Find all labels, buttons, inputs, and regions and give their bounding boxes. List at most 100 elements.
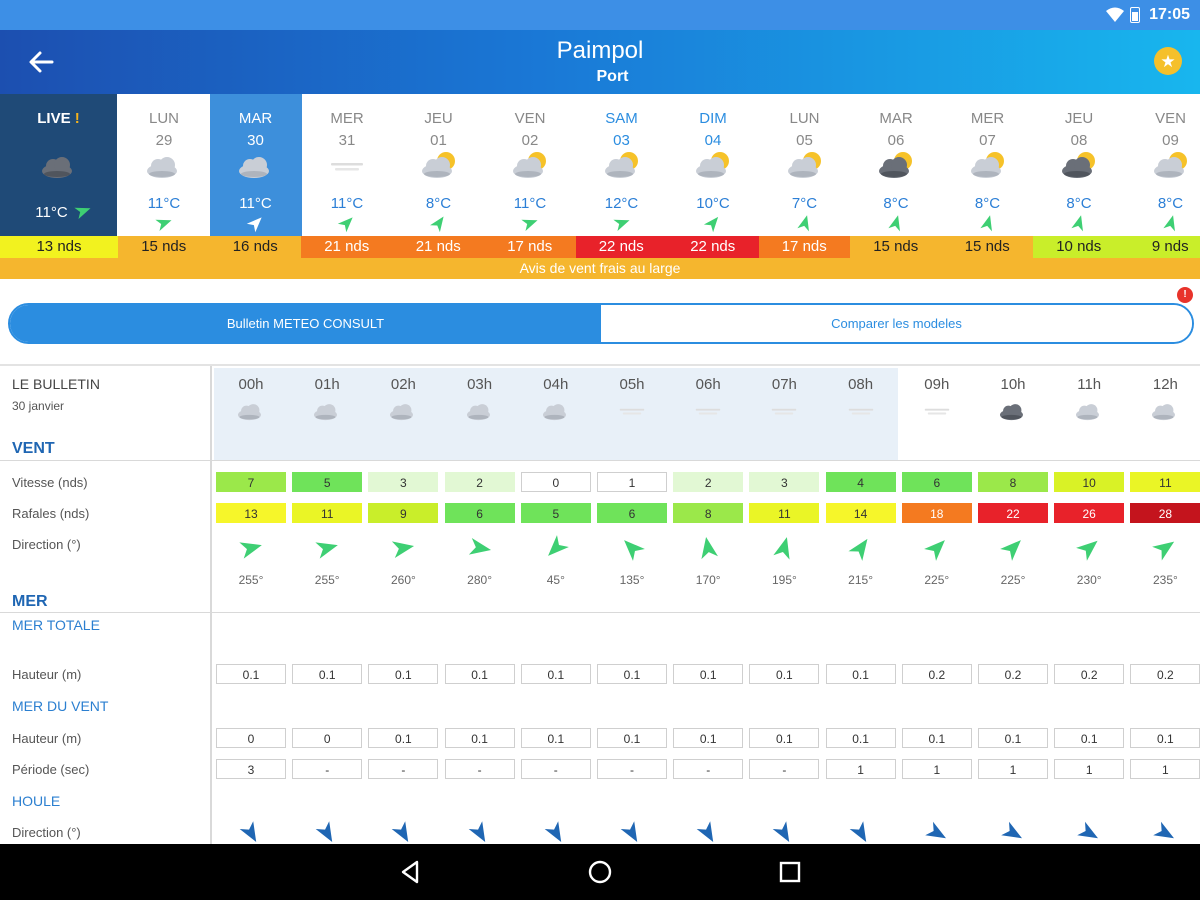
day-mer-31[interactable]: MER 31 11°C (301, 94, 393, 236)
sea-total-height-cell: 0.1 (216, 664, 286, 684)
day-mar-30[interactable]: MAR 30 11°C (209, 94, 302, 236)
label-rafales: Rafales (nds) (12, 506, 90, 521)
cloudy-icon (140, 149, 188, 183)
nav-home-icon[interactable] (586, 858, 614, 886)
wind-sea-height-cell: 0.1 (444, 728, 515, 748)
forecast-days: LIVE ! 11°C LUN 29 11°C MAR 30 11°C MER 31 11°C J… (0, 94, 1200, 236)
gust-cell: 11 (749, 503, 820, 523)
wind-arrow-icon (154, 213, 174, 233)
speed-cell: 3 (749, 472, 820, 492)
day-ven-02[interactable]: VEN 02 11°C (484, 94, 576, 236)
wind-knots-cell: 13 nds (0, 236, 118, 258)
swell-direction-arrow-icon (1152, 820, 1178, 846)
wind-sea-period-cell: - (520, 759, 591, 779)
day-jeu-01[interactable]: JEU 01 8°C (393, 94, 485, 236)
wind-direction-arrow-icon (694, 534, 722, 562)
wind-direction-degrees: 225° (924, 573, 950, 587)
speed-cell: 3 (368, 472, 439, 492)
wind-arrow-icon (795, 213, 815, 233)
wind-sea-height-cell: 0.1 (749, 728, 820, 748)
tab-compare-models[interactable]: Comparer les modeles (601, 305, 1192, 342)
day-dim-04[interactable]: DIM 04 10°C (667, 94, 759, 236)
hour-label: 06h (695, 376, 721, 393)
wind-sea-height-cell: 0.1 (368, 728, 439, 748)
wind-knots-cell: 17 nds (758, 236, 850, 258)
wind-arrow-icon (886, 213, 906, 233)
day-temp: 8°C (1066, 195, 1092, 212)
wind-direction-arrow-icon (389, 534, 417, 562)
hour-label: 09h (924, 376, 950, 393)
wind-knots-cell: 21 nds (301, 236, 393, 258)
swell-direction-arrow-icon (390, 820, 416, 846)
wind-direction-degrees: 195° (771, 573, 797, 587)
label-vitesse: Vitesse (nds) (12, 475, 88, 490)
wind-sea-period-cell: - (292, 759, 363, 779)
live-text: LIVE (37, 110, 71, 127)
sun-cloud-icon (598, 149, 646, 183)
notification-badge: ! (1177, 287, 1193, 303)
wind-sea-height-cell: 0 (292, 728, 363, 748)
wind-direction-arrow-icon (237, 534, 265, 562)
day-name: VEN (514, 110, 546, 127)
day-name: JEU (1064, 110, 1094, 127)
wind-sea-period-cell: - (597, 759, 667, 779)
sea-total-height-cell: 0.2 (978, 664, 1048, 684)
day-mer-07[interactable]: MER 07 8°C (942, 94, 1034, 236)
day-temp: 11°C (330, 195, 364, 212)
hour-label: 03h (467, 376, 493, 393)
sea-total-height-cell: 0.1 (825, 664, 896, 684)
day-lun-05[interactable]: LUN 05 7°C (759, 94, 851, 236)
speed-cell: 2 (444, 472, 515, 492)
gust-cell: 6 (444, 503, 515, 523)
wind-knots-cell: 9 nds (1124, 236, 1200, 258)
fog-icon (686, 398, 730, 424)
wind-direction-degrees: 255° (314, 573, 340, 587)
swell-direction-arrow-icon (238, 820, 264, 846)
swell-direction-arrow-icon (467, 820, 493, 846)
tab-bulletin[interactable]: Bulletin METEO CONSULT (10, 305, 601, 342)
speed-cell: 4 (825, 472, 896, 492)
wind-sea-height-cell: 0.1 (1054, 728, 1125, 748)
speed-cell: 11 (1130, 472, 1200, 492)
sun-cloud-icon (506, 149, 554, 183)
day-name: SAM (605, 110, 638, 127)
speed-cell: 8 (978, 472, 1048, 492)
wind-direction-degrees: 170° (695, 573, 721, 587)
sea-total-height-cell: 0.1 (292, 664, 363, 684)
cloudy-dark-icon (991, 398, 1035, 424)
day-live[interactable]: LIVE ! 11°C (0, 94, 117, 236)
gust-cell: 22 (978, 503, 1048, 523)
day-mar-06[interactable]: MAR 06 8°C (850, 94, 942, 236)
wind-sea-height-cell: 0 (216, 728, 286, 748)
nav-back-icon[interactable] (397, 858, 425, 886)
wind-sea-period-cell: 1 (978, 759, 1048, 779)
favorite-star-button[interactable]: ★ (1154, 47, 1182, 75)
cloudy-icon (381, 398, 425, 424)
day-number: 01 (430, 132, 447, 149)
wind-sea-period-cell: - (444, 759, 515, 779)
wind-arrow-icon (520, 213, 540, 233)
speed-cell: 6 (901, 472, 972, 492)
sun-cloud-icon (1147, 149, 1195, 183)
sea-total-height-cell: 0.1 (673, 664, 744, 684)
swell-direction-arrow-icon (695, 820, 721, 846)
day-number: 09 (1162, 132, 1179, 149)
live-excl: ! (74, 110, 80, 127)
nav-recents-icon[interactable] (776, 858, 804, 886)
section-houle: HOULE (12, 793, 61, 809)
day-jeu-08[interactable]: JEU 08 8°C (1033, 94, 1125, 236)
day-sam-03[interactable]: SAM 03 12°C (576, 94, 668, 236)
wind-direction-degrees: 280° (467, 573, 492, 587)
wind-arrow-icon (978, 213, 998, 233)
day-lun-29[interactable]: LUN 29 11°C (118, 94, 210, 236)
page-subtitle: Port (596, 68, 629, 85)
day-ven-09[interactable]: VEN 09 8°C (1125, 94, 1200, 236)
wind-sea-height-cell: 0.1 (978, 728, 1048, 748)
divider (0, 612, 1200, 613)
wind-direction-degrees: 260° (390, 573, 416, 587)
wind-direction-arrow-icon (618, 534, 646, 562)
gust-cell: 28 (1130, 503, 1200, 523)
wifi-icon (1106, 7, 1124, 22)
cloudy-icon (229, 398, 273, 424)
wind-knots-cell: 15 nds (118, 236, 210, 258)
